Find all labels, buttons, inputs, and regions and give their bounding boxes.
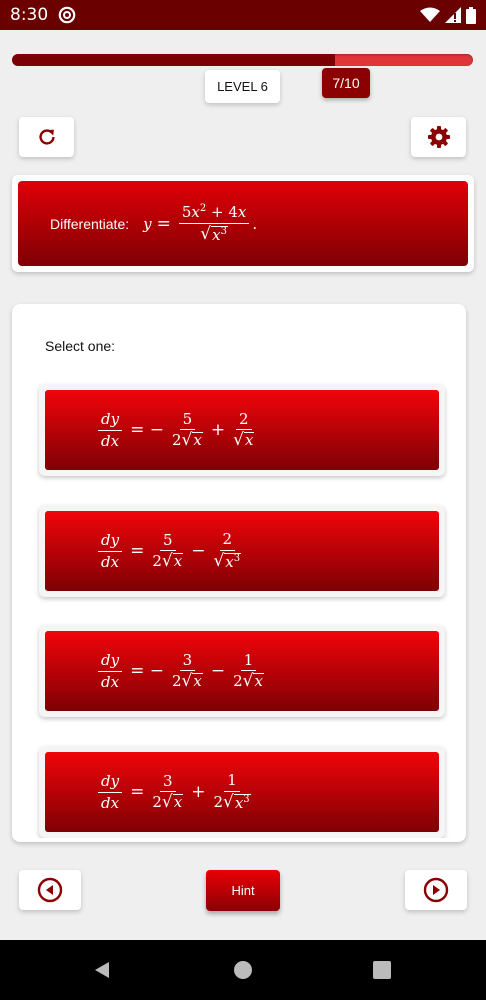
answer-button-b[interactable]: dy dx = 5 2 √ x − 2 √ x3 [45, 511, 439, 591]
status-time: 8:30 [10, 5, 49, 25]
home-nav-icon[interactable] [233, 960, 253, 980]
settings-button[interactable] [411, 117, 466, 157]
question-box: Differentiate: y = 5x2 + 4x √ x3 . [18, 181, 468, 266]
signal-icon [445, 7, 461, 23]
answer-option-b[interactable]: dy dx = 5 2 √ x − 2 √ x3 [39, 505, 445, 597]
answer-option-a[interactable]: dy dx = − 5 2 √ x + 2 √ x [39, 384, 445, 476]
level-label: LEVEL 6 [205, 70, 280, 103]
answer-button-d[interactable]: dy dx = 3 2 √ x + 1 2 √ x3 [45, 752, 439, 832]
status-bar: 8:30 [0, 0, 486, 30]
progress-bar [12, 54, 473, 66]
previous-button[interactable] [19, 870, 81, 910]
answer-option-d[interactable]: dy dx = 3 2 √ x + 1 2 √ x3 [39, 746, 445, 838]
next-circle-icon [423, 877, 449, 903]
answers-list: Select one: dy dx = − 5 2 √ x + 2 √ x dy dx = 5… [19, 312, 459, 838]
status-icons [420, 6, 476, 24]
system-nav-bar [0, 940, 486, 1000]
hint-button[interactable]: Hint [206, 870, 280, 911]
refresh-button[interactable] [19, 117, 74, 157]
answer-expression-d: dy dx = 3 2 √ x + 1 2 √ x3 [95, 772, 254, 811]
answers-panel: Select one: dy dx = − 5 2 √ x + 2 √ x dy dx = 5… [12, 304, 466, 842]
refresh-icon [38, 129, 55, 145]
back-nav-icon[interactable] [92, 960, 112, 980]
answer-expression-c: dy dx = − 3 2 √ x − 1 2 √ x [95, 652, 267, 691]
battery-icon [466, 6, 476, 24]
answer-button-c[interactable]: dy dx = − 3 2 √ x − 1 2 √ x [45, 631, 439, 711]
select-label: Select one: [45, 338, 116, 354]
wifi-icon [420, 7, 440, 22]
question-prompt: Differentiate: [50, 215, 130, 232]
at-icon [58, 6, 76, 24]
question-expression: y = 5x2 + 4x √ x3 . [143, 203, 258, 244]
answer-expression-b: dy dx = 5 2 √ x − 2 √ x3 [95, 531, 244, 570]
next-button[interactable] [405, 870, 467, 910]
gear-icon [427, 126, 450, 148]
question-card: Differentiate: y = 5x2 + 4x √ x3 . [12, 175, 474, 272]
answer-button-a[interactable]: dy dx = − 5 2 √ x + 2 √ x [45, 390, 439, 470]
progress-fill [12, 54, 335, 66]
prev-circle-icon [37, 877, 63, 903]
question-counter: 7/10 [322, 68, 370, 98]
answer-option-c[interactable]: dy dx = − 3 2 √ x − 1 2 √ x [39, 625, 445, 717]
recents-nav-icon[interactable] [373, 961, 391, 979]
answer-expression-a: dy dx = − 5 2 √ x + 2 √ x [95, 411, 257, 450]
